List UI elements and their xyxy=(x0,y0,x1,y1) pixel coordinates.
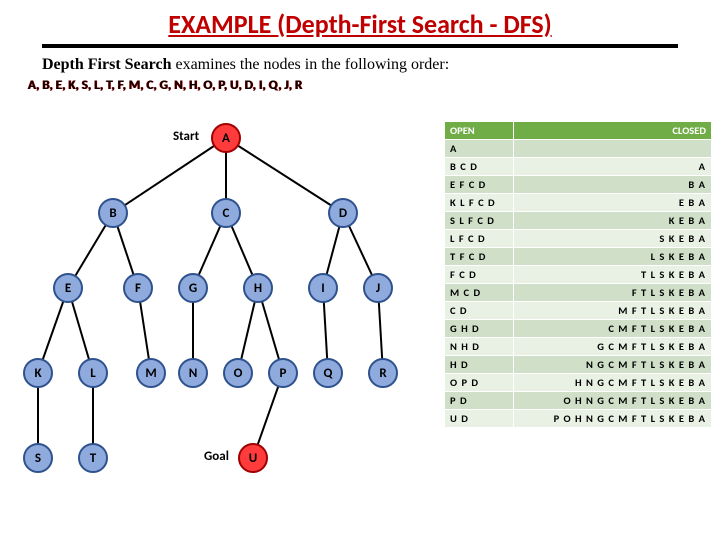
cell-open: T F C D xyxy=(445,248,514,266)
visit-order: A, B, E, K, S, L, T, F, M, C, G, N, H, O… xyxy=(28,78,720,93)
table-row: K L F C DE B A xyxy=(445,194,712,212)
node-C: C xyxy=(211,198,241,228)
node-U: U xyxy=(238,443,268,473)
page-title: EXAMPLE (Depth-First Search - DFS) xyxy=(0,8,720,40)
cell-closed: S K E B A xyxy=(513,230,711,248)
node-O: O xyxy=(223,358,253,388)
cell-open: K L F C D xyxy=(445,194,514,212)
node-F: F xyxy=(123,273,153,303)
node-K: K xyxy=(23,358,53,388)
subtitle: Depth First Search examines the nodes in… xyxy=(42,56,720,74)
cell-open: N H D xyxy=(445,338,514,356)
th-closed: CLOSED xyxy=(513,122,711,140)
cell-closed: F T L S K E B A xyxy=(513,284,711,302)
cell-open: M C D xyxy=(445,284,514,302)
node-S: S xyxy=(23,443,53,473)
table-row: C DM F T L S K E B A xyxy=(445,302,712,320)
cell-closed: N G C M F T L S K E B A xyxy=(513,356,711,374)
node-G: G xyxy=(178,273,208,303)
cell-closed: T L S K E B A xyxy=(513,266,711,284)
node-Q: Q xyxy=(313,358,343,388)
cell-closed: H N G C M F T L S K E B A xyxy=(513,374,711,392)
node-E: E xyxy=(53,273,83,303)
th-open: OPEN xyxy=(445,122,514,140)
edges xyxy=(18,118,438,538)
table-row: F C DT L S K E B A xyxy=(445,266,712,284)
table-row: G H DC M F T L S K E B A xyxy=(445,320,712,338)
cell-open: L F C D xyxy=(445,230,514,248)
node-B: B xyxy=(98,198,128,228)
table-row: N H DG C M F T L S K E B A xyxy=(445,338,712,356)
node-D: D xyxy=(328,198,358,228)
cell-closed: M F T L S K E B A xyxy=(513,302,711,320)
cell-open: C D xyxy=(445,302,514,320)
node-M: M xyxy=(136,358,166,388)
table-row: E F C DB A xyxy=(445,176,712,194)
cell-open: A xyxy=(445,140,514,158)
cell-closed: G C M F T L S K E B A xyxy=(513,338,711,356)
cell-closed xyxy=(513,140,711,158)
cell-closed: B A xyxy=(513,176,711,194)
cell-open: S L F C D xyxy=(445,212,514,230)
cell-open: B C D xyxy=(445,158,514,176)
node-J: J xyxy=(363,273,393,303)
cell-open: H D xyxy=(445,356,514,374)
node-N: N xyxy=(178,358,208,388)
cell-open: G H D xyxy=(445,320,514,338)
node-R: R xyxy=(368,358,398,388)
rule xyxy=(42,44,678,48)
node-P: P xyxy=(268,358,298,388)
node-L: L xyxy=(78,358,108,388)
table-row: A xyxy=(445,140,712,158)
table-row: T F C DL S K E B A xyxy=(445,248,712,266)
cell-closed: A xyxy=(513,158,711,176)
cell-closed: K E B A xyxy=(513,212,711,230)
cell-open: O P D xyxy=(445,374,514,392)
table-row: L F C DS K E B A xyxy=(445,230,712,248)
table-row: M C DF T L S K E B A xyxy=(445,284,712,302)
start-label: Start xyxy=(173,129,199,144)
cell-closed: P O H N G C M F T L S K E B A xyxy=(513,410,711,428)
cell-closed: C M F T L S K E B A xyxy=(513,320,711,338)
node-A: A xyxy=(211,123,241,153)
table-body: AB C DAE F C DB AK L F C DE B AS L F C D… xyxy=(445,140,712,428)
cell-closed: O H N G C M F T L S K E B A xyxy=(513,392,711,410)
node-T: T xyxy=(78,443,108,473)
table-row: B C DA xyxy=(445,158,712,176)
subtitle-bold: Depth First Search xyxy=(42,56,171,73)
cell-closed: L S K E B A xyxy=(513,248,711,266)
cell-open: F C D xyxy=(445,266,514,284)
node-H: H xyxy=(243,273,273,303)
table-row: S L F C DK E B A xyxy=(445,212,712,230)
node-I: I xyxy=(308,273,338,303)
table-row: U DP O H N G C M F T L S K E B A xyxy=(445,410,712,428)
subtitle-rest: examines the nodes in the following orde… xyxy=(171,56,449,73)
cell-open: E F C D xyxy=(445,176,514,194)
tree-diagram: A B C D E FG H IJ KLMNOPQR ST U Start Goal xyxy=(18,118,438,538)
cell-open: U D xyxy=(445,410,514,428)
table-row: P DO H N G C M F T L S K E B A xyxy=(445,392,712,410)
cell-open: P D xyxy=(445,392,514,410)
goal-label: Goal xyxy=(204,449,229,464)
table-row: H DN G C M F T L S K E B A xyxy=(445,356,712,374)
open-closed-table: OPEN CLOSED AB C DAE F C DB AK L F C DE … xyxy=(444,121,712,428)
cell-closed: E B A xyxy=(513,194,711,212)
table-row: O P DH N G C M F T L S K E B A xyxy=(445,374,712,392)
